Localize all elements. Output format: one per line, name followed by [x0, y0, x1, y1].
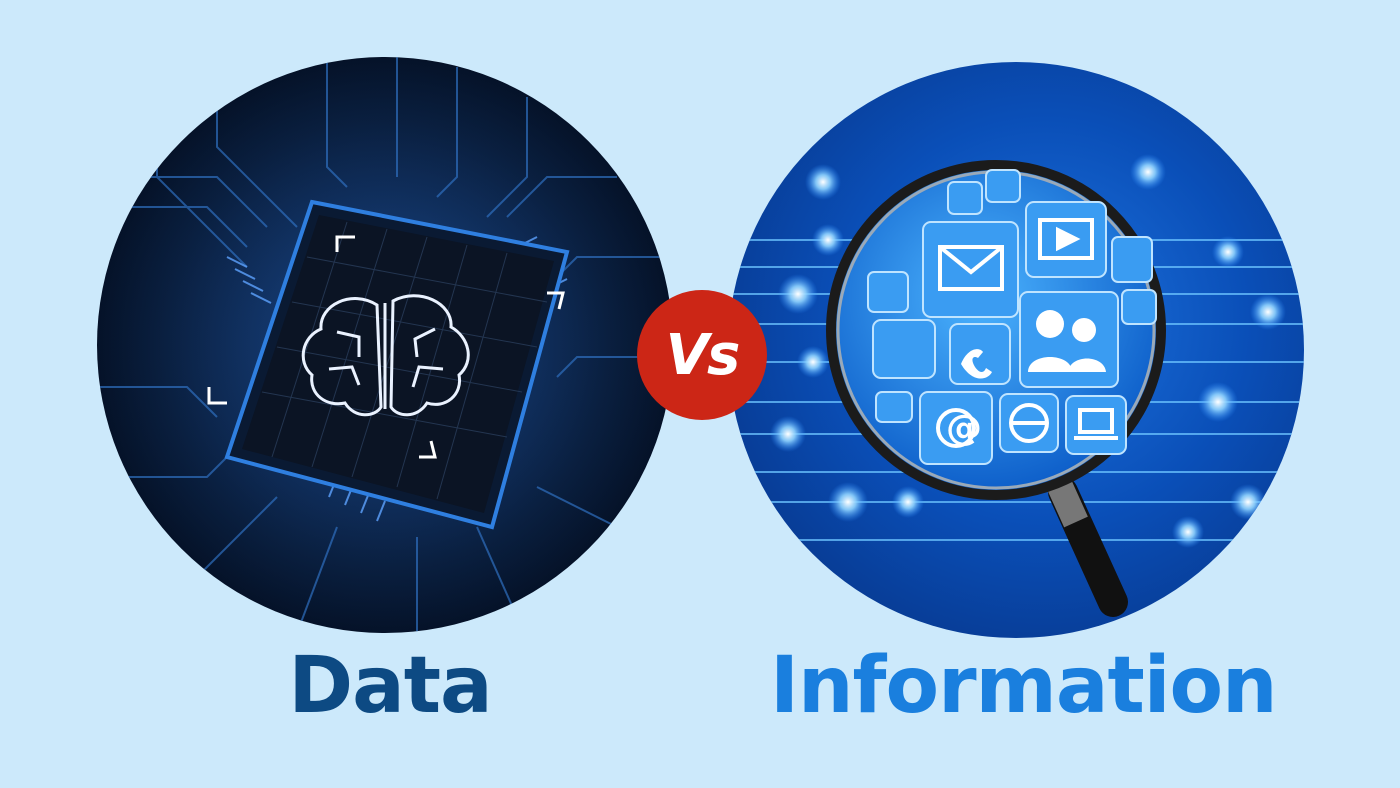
bird-icon — [867, 271, 909, 313]
vs-label: Vs — [665, 322, 741, 388]
data-title: Data — [288, 641, 492, 731]
circuit-board-illustration — [97, 57, 673, 633]
camera-icon — [875, 391, 913, 423]
users-icon — [1019, 291, 1119, 388]
data-image — [97, 57, 673, 633]
svg-text:@: @ — [946, 408, 982, 449]
link-icon — [985, 169, 1021, 203]
vs-badge: Vs — [637, 290, 767, 420]
information-title: Information — [770, 641, 1278, 731]
download-icon — [1111, 236, 1153, 283]
camcorder-icon — [872, 319, 936, 379]
home-icon — [947, 181, 983, 215]
paperclip-icon — [1121, 289, 1157, 325]
information-image: @ — [728, 62, 1304, 638]
laptop-icon — [1065, 395, 1127, 455]
network-illustration: @ — [728, 154, 1304, 617]
